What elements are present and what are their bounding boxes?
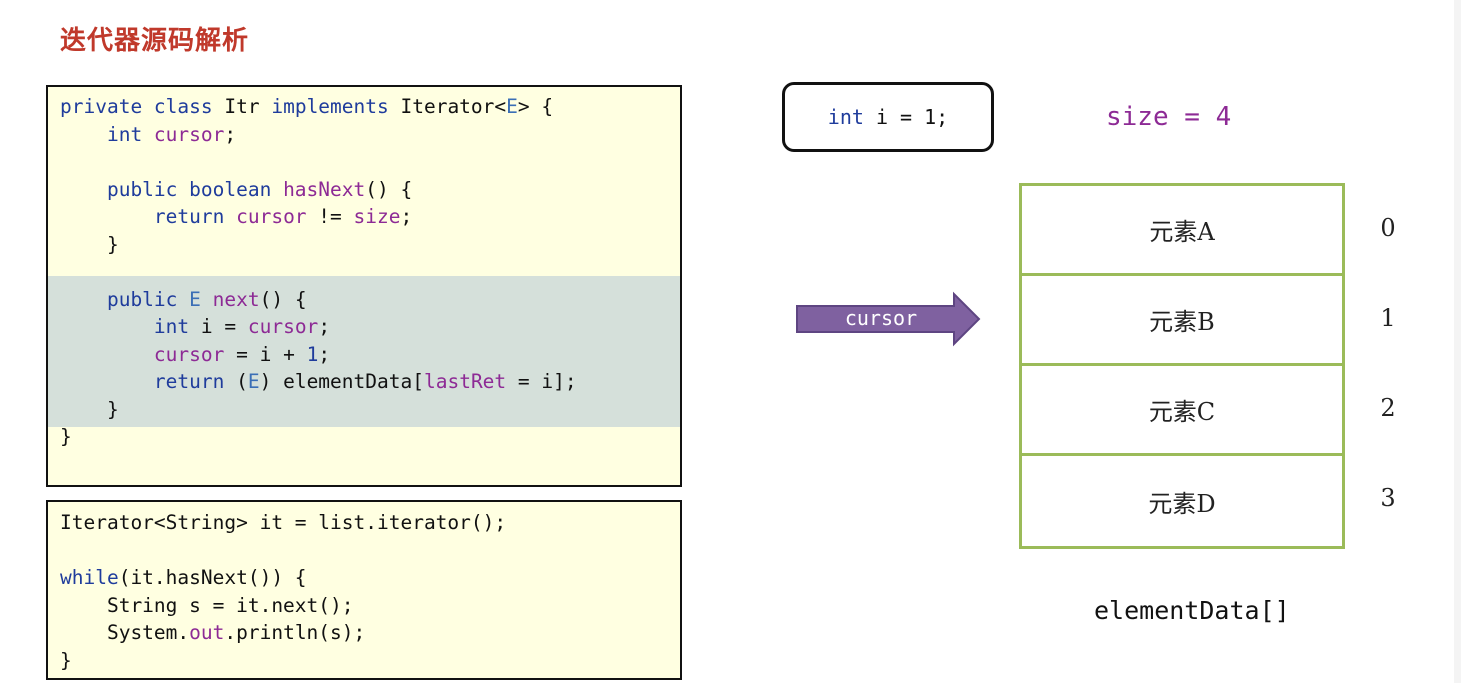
array-index-label: 0 — [1380, 214, 1396, 242]
element-data-array: 元素A 元素B 元素C 元素D — [1019, 183, 1345, 549]
array-cell: 元素D — [1148, 489, 1216, 518]
class-code-line: public E next() { — [60, 287, 307, 311]
usage-code-box: Iterator<String> it = list.iterator(); w… — [46, 500, 682, 680]
array-index-label: 2 — [1380, 394, 1396, 422]
iterator-class-code: private class Itr implements Iterator<E>… — [60, 93, 577, 451]
class-code-line: int i = cursor; — [60, 315, 331, 338]
array-cell: 元素A — [1022, 186, 1342, 276]
class-code-line: return (E) elementData[lastRet = i]; — [60, 370, 577, 393]
size-label: size = 4 — [1106, 102, 1232, 132]
variable-i-box: int i = 1; — [782, 82, 994, 152]
class-code-line — [60, 148, 577, 176]
usage-code-line — [60, 537, 506, 565]
array-index-label: 3 — [1380, 484, 1396, 512]
array-index-label: 1 — [1380, 304, 1396, 332]
cursor-arrow-label: cursor — [844, 306, 918, 330]
usage-code: Iterator<String> it = list.iterator(); w… — [60, 509, 506, 674]
class-code-line: } — [60, 232, 119, 256]
iterator-class-code-box: private class Itr implements Iterator<E>… — [46, 85, 682, 487]
right-edge-strip — [1454, 0, 1461, 683]
usage-code-line: } — [60, 648, 72, 672]
class-code-line: int cursor; — [60, 122, 237, 146]
class-code-line: private class Itr implements Iterator<E>… — [60, 95, 554, 118]
array-name-label: elementData[] — [1094, 596, 1290, 625]
class-code-line: public boolean hasNext() { — [60, 177, 413, 201]
usage-code-line: String s = it.next(); — [60, 593, 354, 617]
usage-code-line: System.out.println(s); — [60, 621, 366, 644]
page-title: 迭代器源码解析 — [60, 26, 250, 56]
class-code-line: return cursor != size; — [60, 205, 413, 228]
variable-i-text: int i = 1; — [827, 105, 949, 129]
array-cell: 元素C — [1022, 366, 1342, 456]
usage-code-line: Iterator<String> it = list.iterator(); — [60, 511, 507, 534]
usage-code-line: while(it.hasNext()) { — [60, 566, 307, 589]
class-code-line — [60, 258, 577, 286]
array-cell: 元素B — [1022, 276, 1342, 366]
class-code-line: cursor = i + 1; — [60, 342, 331, 366]
class-code-line: } — [60, 397, 119, 421]
class-code-line: } — [60, 425, 72, 448]
